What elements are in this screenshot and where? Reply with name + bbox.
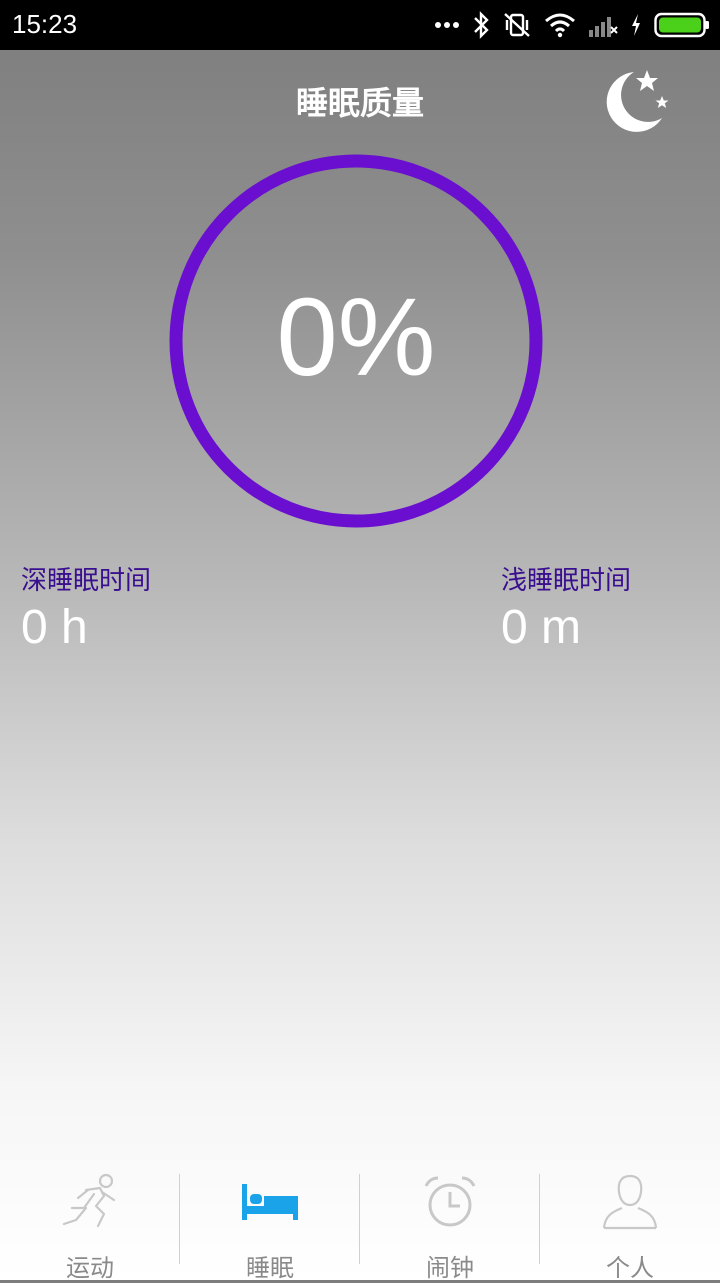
alarm-clock-icon: [424, 1176, 476, 1227]
charging-icon: [632, 14, 640, 36]
status-bar: 15:23: [0, 0, 720, 50]
nav-label-sport: 运动: [66, 1254, 114, 1282]
nav-item-alarm[interactable]: 闹钟: [360, 1160, 540, 1282]
status-icons: [434, 10, 710, 40]
moon-stars-button[interactable]: [600, 66, 672, 134]
nav-label-profile: 个人: [606, 1254, 654, 1282]
nav-label-alarm: 闹钟: [426, 1254, 474, 1282]
nav-label-sleep: 睡眠: [246, 1254, 294, 1282]
bottom-navigation: 运动 睡眠 闹钟 个人: [0, 1160, 720, 1282]
signal-icon: [589, 17, 618, 37]
more-dots-icon: [435, 22, 459, 28]
sleep-quality-value: 0%: [276, 276, 436, 399]
deep-sleep-value: 0 h: [21, 601, 88, 654]
vibrate-off-icon: [504, 13, 530, 37]
nav-item-sleep[interactable]: 睡眠: [180, 1160, 360, 1282]
bluetooth-icon: [474, 11, 489, 39]
person-icon: [602, 1174, 658, 1230]
battery-icon: [654, 12, 709, 38]
status-time: 15:23: [12, 9, 78, 39]
moon-stars-icon: [606, 70, 669, 132]
bed-icon: [242, 1184, 298, 1220]
deep-sleep-label: 深睡眠时间: [21, 566, 152, 596]
nav-item-sport[interactable]: 运动: [0, 1160, 180, 1282]
wifi-icon: [545, 13, 575, 38]
running-icon: [62, 1173, 116, 1228]
nav-item-profile[interactable]: 个人: [540, 1160, 720, 1282]
light-sleep-value: 0 m: [501, 601, 582, 654]
light-sleep-label: 浅睡眠时间: [501, 566, 632, 596]
